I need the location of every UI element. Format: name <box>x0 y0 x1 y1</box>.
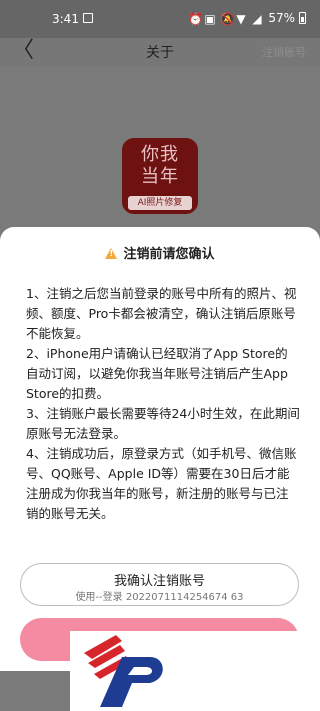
mute-icon: 🔕 <box>220 12 236 26</box>
notice-item: 2、iPhone用户请确认已经取消了App Store的自动订阅，以避免你我当年… <box>26 346 288 401</box>
nfc-icon: ▣ <box>204 12 216 26</box>
warning-icon <box>105 248 118 259</box>
status-icons: ⏰ ▣ 🔕 ▼ ◢ 57% <box>188 11 306 26</box>
notice-item: 4、注销成功后，原登录方式（如手机号、微信账号、QQ账号、Apple ID等）需… <box>26 446 297 521</box>
cancel-account-link[interactable]: 注销账号 <box>262 44 306 60</box>
app-logo-line1: 你我 <box>141 144 179 165</box>
status-time: 3:41 <box>52 12 79 26</box>
dialog-title: 注销前请您确认 <box>123 247 215 262</box>
notice-item: 1、注销之后您当前登录的账号中所有的照片、视频、额度、Pro卡都会被清空，确认注… <box>26 286 297 341</box>
gallery-icon <box>83 13 93 23</box>
alarm-icon: ⏰ <box>188 12 204 26</box>
confirm-button-label: 我确认注销账号 <box>113 574 205 589</box>
app-logo-text: 你我 当年 <box>122 144 198 188</box>
wifi-icon: ▼ <box>236 12 246 26</box>
confirm-button-sublabel: 使用--登录 2022071114254674 63 <box>75 592 244 603</box>
confirm-cancel-account-button[interactable]: 我确认注销账号 使用--登录 2022071114254674 63 <box>20 563 299 606</box>
app-logo: 你我 当年 AI照片修复 <box>122 138 198 214</box>
nav-bar: 〈 关于 注销账号 <box>0 38 320 66</box>
app-logo-line2: 当年 <box>141 166 179 187</box>
watermark-logo <box>70 631 320 711</box>
app-logo-tag: AI照片修复 <box>128 196 192 210</box>
status-bar: 3:41 ⏰ ▣ 🔕 ▼ ◢ 57% <box>0 0 320 38</box>
watermark-logo-graphic <box>84 635 163 707</box>
dialog-title-row: 注销前请您确认 <box>0 243 320 262</box>
battery-icon <box>299 12 306 24</box>
battery-percent: 57% <box>268 11 295 25</box>
signal-icon: ◢ <box>252 12 262 26</box>
overlay-corner <box>0 671 70 711</box>
dialog-body: 1、注销之后您当前登录的账号中所有的照片、视频、额度、Pro卡都会被清空，确认注… <box>26 284 300 524</box>
notice-item: 3、注销账户最长需要等待24小时生效，在此期间原账号无法登录。 <box>26 406 300 441</box>
